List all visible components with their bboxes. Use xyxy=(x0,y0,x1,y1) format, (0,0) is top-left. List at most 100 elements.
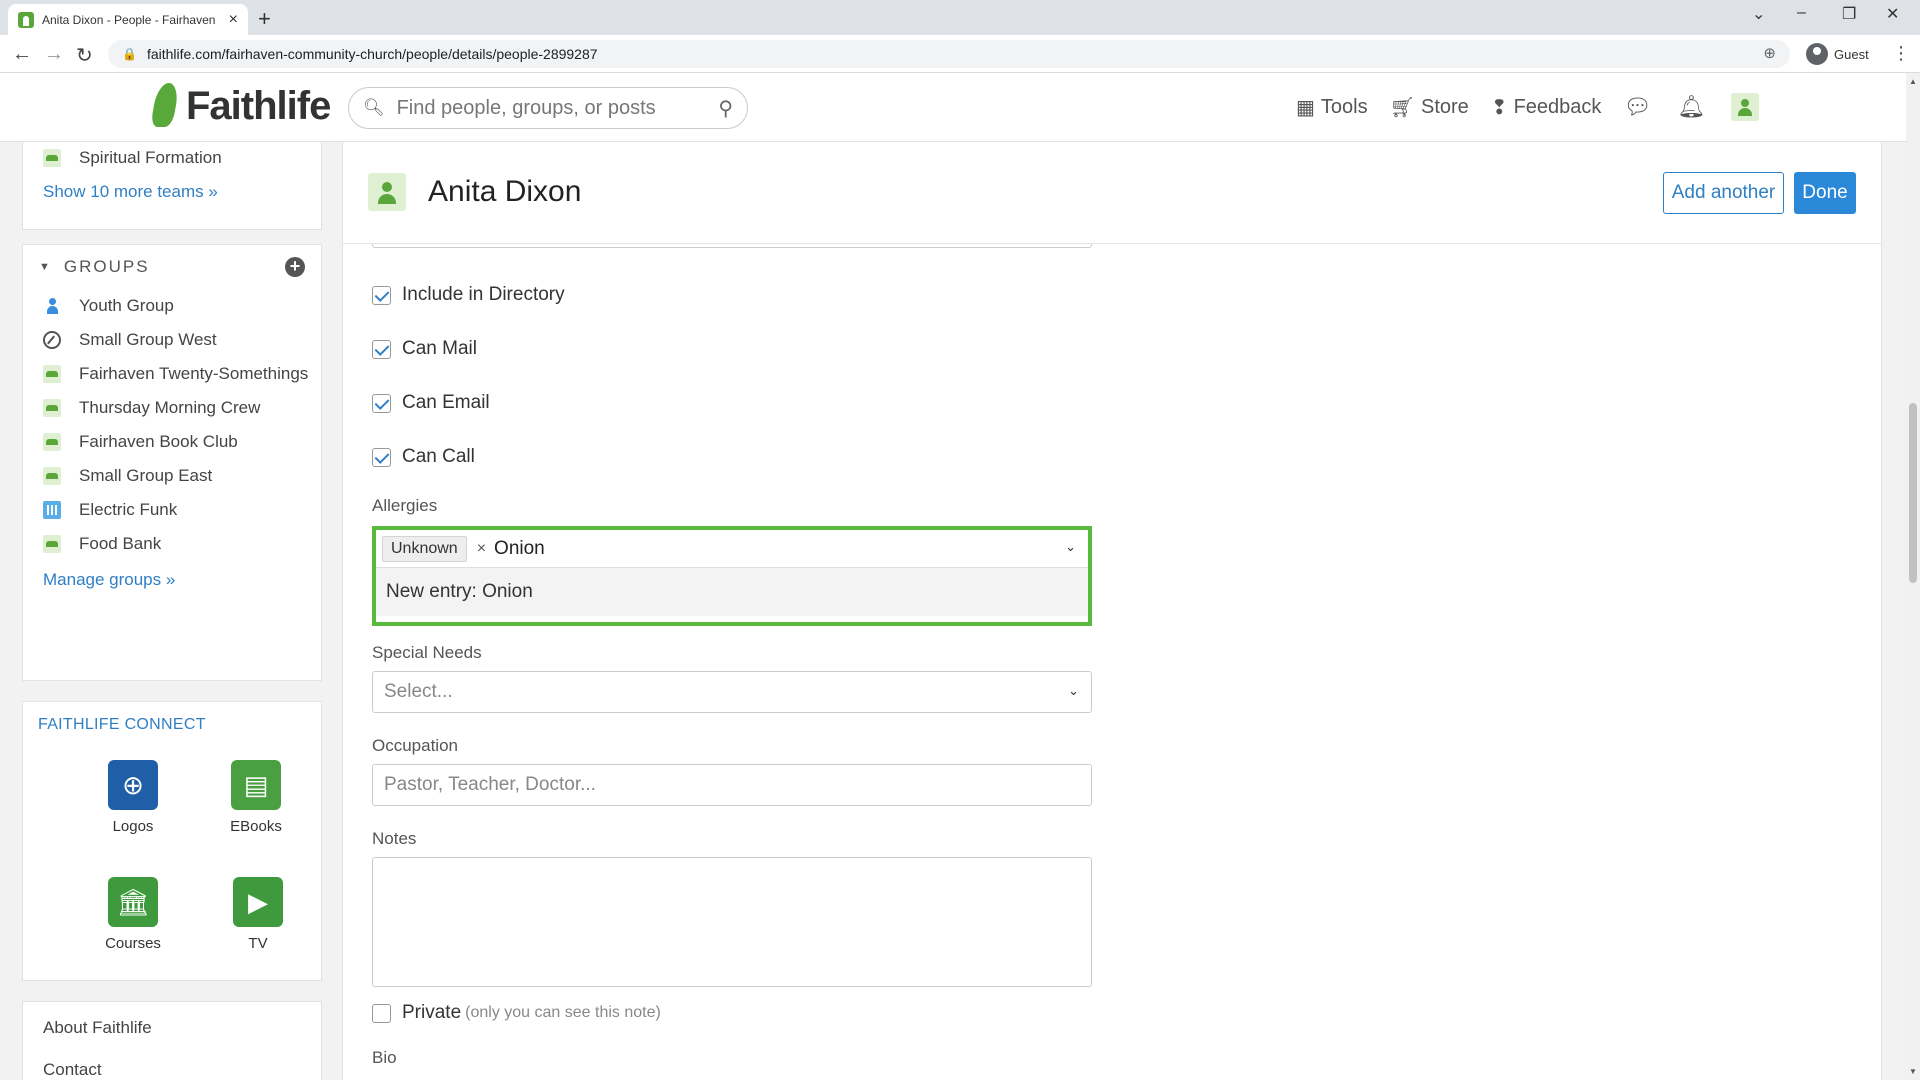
close-tab-icon[interactable]: × xyxy=(229,11,238,29)
restore-icon[interactable]: ❐ xyxy=(1842,4,1856,24)
page-scrollbar[interactable]: ▲ ▼ xyxy=(1906,73,1920,1080)
group-item[interactable]: Youth Group xyxy=(23,289,321,323)
browser-tab[interactable]: Anita Dixon - People - Fairhaven × xyxy=(8,4,248,35)
new-tab-icon[interactable]: + xyxy=(258,6,271,32)
occupation-input[interactable]: Pastor, Teacher, Doctor... xyxy=(372,764,1092,806)
cart-icon: 🛒︎ xyxy=(1389,96,1415,119)
group-item-label: Electric Funk xyxy=(79,500,178,519)
chevron-down-icon[interactable]: ⌄ xyxy=(1065,539,1076,555)
app-courses[interactable]: 🏛︎ Courses xyxy=(88,877,178,952)
special-needs-select[interactable]: Select... ⌄ xyxy=(372,671,1092,713)
grid-icon: ▦ xyxy=(1296,96,1315,119)
teams-card: Spiritual Formation Show 10 more teams » xyxy=(22,142,322,230)
checkbox-box[interactable] xyxy=(372,285,391,305)
groups-card: ▼ GROUPS + Youth Group Small Group West … xyxy=(22,244,322,681)
search-icon: 🔍︎ xyxy=(363,98,385,117)
checkbox-label: Can Call xyxy=(402,446,475,467)
app-label: EBooks xyxy=(230,818,282,835)
occupation-placeholder: Pastor, Teacher, Doctor... xyxy=(384,774,596,795)
bell-icon[interactable]: 🔔︎ xyxy=(1677,94,1705,120)
private-checkbox[interactable]: Private (only you can see this note) xyxy=(372,1002,661,1024)
tv-app-icon: ▶ xyxy=(233,877,283,927)
app-tv[interactable]: ▶ TV xyxy=(213,877,303,952)
about-faithlife-link[interactable]: About Faithlife xyxy=(23,1018,321,1060)
collapse-triangle-icon[interactable]: ▼ xyxy=(39,261,50,273)
groups-header[interactable]: ▼ GROUPS + xyxy=(23,245,321,289)
reload-icon[interactable]: ↻ xyxy=(76,43,93,68)
group-item[interactable]: Fairhaven Book Club xyxy=(23,425,321,459)
occupation-label: Occupation xyxy=(372,736,458,755)
logo-text: Faithlife xyxy=(186,83,331,128)
search-bar[interactable]: 🔍︎ Find people, groups, or posts ⚲ xyxy=(348,87,748,129)
can-mail-checkbox[interactable]: Can Mail xyxy=(372,338,477,360)
group-icon xyxy=(43,467,61,485)
group-item[interactable]: Small Group East xyxy=(23,459,321,493)
back-arrow-icon[interactable]: ← xyxy=(12,43,32,66)
group-item[interactable]: Food Bank xyxy=(23,527,321,561)
include-in-directory-checkbox[interactable]: Include in Directory xyxy=(372,284,565,306)
logos-app-icon: ⊕ xyxy=(108,760,158,810)
checkbox-box[interactable] xyxy=(372,339,391,359)
browser-tab-bar: Anita Dixon - People - Fairhaven × + ⌄ –… xyxy=(0,0,1920,35)
feedback-link[interactable]: ❢ Feedback xyxy=(1491,95,1602,120)
checkbox-box[interactable] xyxy=(372,1003,391,1023)
group-item[interactable]: Fairhaven Twenty-Somethings xyxy=(23,357,321,391)
url-field[interactable]: 🔒 faithlife.com/fairhaven-community-chur… xyxy=(108,40,1790,68)
checkbox-box[interactable] xyxy=(372,393,391,413)
profile-button[interactable]: Guest xyxy=(1806,42,1869,66)
group-icon xyxy=(43,365,61,383)
zoom-icon[interactable]: ⊕ xyxy=(1763,44,1776,62)
group-item-label: Thursday Morning Crew xyxy=(79,398,261,417)
chat-icon[interactable]: 💬︎ xyxy=(1623,94,1651,120)
allergies-input[interactable]: Unknown × Onion ⌄ xyxy=(376,530,1088,568)
store-label: Store xyxy=(1421,95,1469,118)
faithlife-logo[interactable]: Faithlife xyxy=(148,81,331,131)
browser-menu-icon[interactable]: ⋮ xyxy=(1892,43,1910,64)
allergies-typed-text[interactable]: Onion xyxy=(494,538,545,560)
tab-title: Anita Dixon - People - Fairhaven xyxy=(42,12,216,27)
notes-textarea[interactable] xyxy=(372,857,1092,987)
add-group-icon[interactable]: + xyxy=(285,257,305,277)
can-email-checkbox[interactable]: Can Email xyxy=(372,392,490,414)
site-header: Faithlife 🔍︎ Find people, groups, or pos… xyxy=(0,73,1920,142)
private-hint: (only you can see this note) xyxy=(465,1004,661,1021)
tools-link[interactable]: ▦ Tools xyxy=(1296,95,1368,120)
ebook-app-icon: ▤ xyxy=(231,760,281,810)
manage-groups-link[interactable]: Manage groups » xyxy=(23,570,321,590)
can-call-checkbox[interactable]: Can Call xyxy=(372,446,475,468)
allergies-multiselect[interactable]: Unknown × Onion ⌄ New entry: Onion xyxy=(372,526,1092,626)
scroll-up-icon[interactable]: ▲ xyxy=(1909,77,1917,86)
app-logos[interactable]: ⊕ Logos xyxy=(88,760,178,835)
forward-arrow-icon[interactable]: → xyxy=(44,43,64,66)
group-item-label: Fairhaven Twenty-Somethings xyxy=(79,364,309,383)
feedback-icon: ❢ xyxy=(1490,96,1508,119)
feedback-label: Feedback xyxy=(1513,95,1602,118)
remove-chip-icon[interactable]: × xyxy=(477,540,486,558)
group-item[interactable]: Thursday Morning Crew xyxy=(23,391,321,425)
user-avatar-icon[interactable] xyxy=(1731,93,1760,121)
scrollbar-thumb[interactable] xyxy=(1909,403,1917,583)
close-window-icon[interactable]: ✕ xyxy=(1886,4,1899,24)
team-item[interactable]: Spiritual Formation xyxy=(23,142,321,174)
group-icon xyxy=(43,149,61,167)
new-entry-option[interactable]: New entry: Onion xyxy=(376,568,1088,616)
allergies-label: Allergies xyxy=(372,496,438,515)
search-input[interactable]: Find people, groups, or posts xyxy=(397,97,719,120)
scroll-down-icon[interactable]: ▼ xyxy=(1909,1067,1917,1076)
checkbox-box[interactable] xyxy=(372,447,391,467)
tab-search-icon[interactable]: ⌄ xyxy=(1752,4,1765,24)
group-icon xyxy=(43,535,61,553)
group-item[interactable]: Electric Funk xyxy=(23,493,321,527)
add-another-button[interactable]: Add another xyxy=(1663,172,1784,214)
chevron-down-icon[interactable]: ⌄ xyxy=(1068,683,1079,699)
show-more-teams-link[interactable]: Show 10 more teams » xyxy=(23,182,321,202)
location-pin-icon[interactable]: ⚲ xyxy=(718,96,733,121)
app-ebooks[interactable]: ▤ EBooks xyxy=(211,760,301,835)
minimize-icon[interactable]: – xyxy=(1797,4,1806,22)
store-link[interactable]: 🛒︎ Store xyxy=(1390,95,1469,120)
contact-link[interactable]: Contact xyxy=(23,1060,321,1080)
group-item[interactable]: Small Group West xyxy=(23,323,321,357)
app-label: Courses xyxy=(105,935,161,952)
done-button[interactable]: Done xyxy=(1794,172,1856,214)
profile-avatar-icon xyxy=(1806,43,1828,65)
